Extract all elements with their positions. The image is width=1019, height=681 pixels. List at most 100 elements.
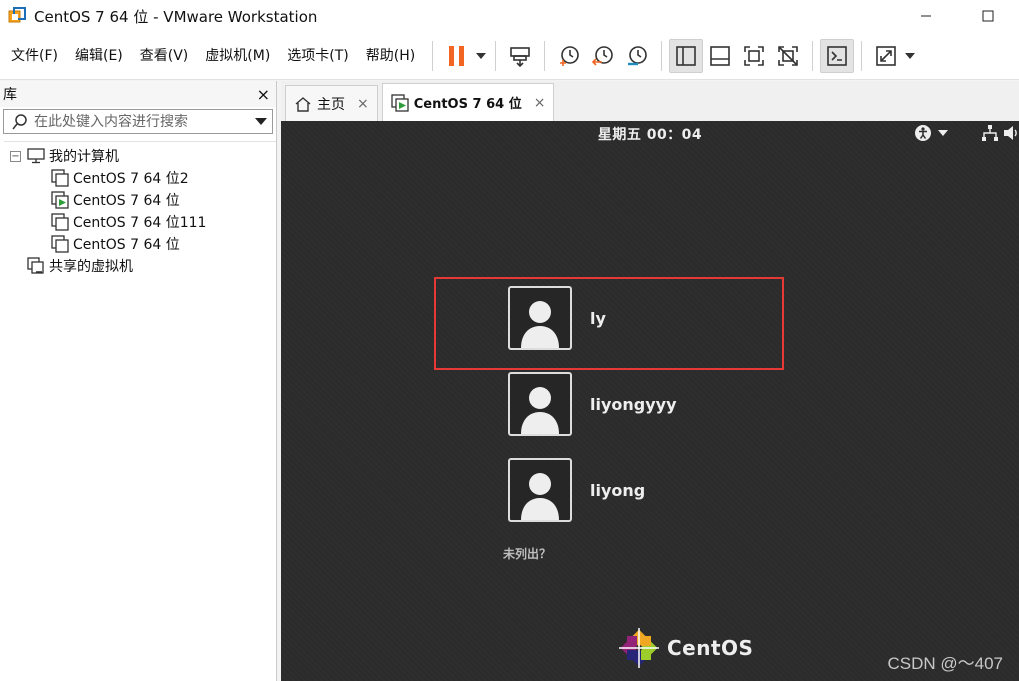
send-ctrl-alt-del-icon — [510, 46, 531, 67]
stretch-guest-icon — [876, 45, 897, 66]
chevron-down-icon — [938, 130, 948, 136]
tab-home[interactable]: 主页 × — [285, 85, 378, 121]
chevron-down-icon — [905, 52, 916, 59]
menu-bar: 文件(F) 编辑(E) 查看(V) 虚拟机(M) 选项卡(T) 帮助(H) — [0, 32, 1019, 80]
send-ctrl-alt-del-button[interactable] — [503, 39, 537, 73]
vmware-app-icon — [8, 7, 26, 23]
tab-centos-vm[interactable]: CentOS 7 64 位 × — [381, 83, 555, 121]
tree-item-vm[interactable]: CentOS 7 64 位111 — [4, 211, 276, 233]
guest-status-area — [914, 124, 1019, 142]
tree-item-vm[interactable]: CentOS 7 64 位 — [4, 233, 276, 255]
centos-brand-text: CentOS — [667, 636, 754, 660]
tree-item-vm-running[interactable]: CentOS 7 64 位 — [4, 189, 276, 211]
centos-logo: CentOS — [617, 626, 753, 670]
take-snapshot-button[interactable] — [552, 39, 586, 73]
tree-item-label: 我的计算机 — [49, 149, 119, 165]
menu-vm[interactable]: 虚拟机(M) — [199, 42, 276, 70]
full-screen-icon — [744, 45, 765, 66]
menu-help[interactable]: 帮助(H) — [360, 42, 421, 70]
csdn-watermark: CSDN @～407 — [887, 654, 1003, 673]
vm-console[interactable]: 星期五 00：04 ly liyongyyy liyong 未列出？ CentO… — [281, 121, 1019, 681]
title-bar: CentOS 7 64 位 - VMware Workstation — [0, 0, 1019, 32]
library-search — [3, 109, 273, 134]
tree-item-my-computer[interactable]: − 我的计算机 — [4, 145, 276, 167]
full-screen-button[interactable] — [737, 39, 771, 73]
power-dropdown-button[interactable] — [474, 39, 488, 73]
maximize-button[interactable] — [957, 0, 1019, 32]
library-close-button[interactable]: × — [257, 85, 270, 104]
accessibility-icon — [915, 125, 931, 141]
user-icon — [521, 387, 559, 434]
vm-running-icon — [51, 191, 69, 209]
toolbar-separator — [861, 40, 863, 71]
toolbar-separator — [544, 40, 546, 71]
not-listed-link[interactable]: 未列出？ — [503, 545, 551, 562]
guest-clock[interactable]: 星期五 00：04 — [281, 124, 1019, 144]
tab-label: 主页 — [317, 96, 345, 113]
tree-item-shared-vms[interactable]: 共享的虚拟机 — [4, 255, 276, 277]
snapshot-manager-button[interactable] — [620, 39, 654, 73]
user-avatar — [508, 458, 572, 522]
computer-icon — [27, 147, 45, 165]
toolbar-separator — [432, 40, 434, 71]
vm-icon — [51, 235, 69, 253]
toolbar-separator — [495, 40, 497, 71]
chevron-down-icon — [255, 118, 267, 125]
user-name: liyong — [590, 480, 646, 500]
user-list-item[interactable]: liyongyyy — [508, 372, 677, 436]
network-icon[interactable] — [981, 124, 999, 142]
user-icon — [521, 473, 559, 520]
menu-tabs[interactable]: 选项卡(T) — [281, 42, 354, 70]
snapshot-manager-icon — [628, 45, 648, 65]
library-header: 库 × — [0, 81, 276, 107]
thumbnail-bar-button[interactable] — [703, 39, 737, 73]
unity-icon — [778, 45, 799, 66]
revert-snapshot-button[interactable] — [586, 39, 620, 73]
user-list-item[interactable]: liyong — [508, 458, 645, 522]
vm-icon — [51, 169, 69, 187]
vm-running-icon — [391, 93, 409, 112]
menu-file[interactable]: 文件(F) — [5, 42, 64, 70]
show-library-button[interactable] — [669, 38, 704, 73]
user-name: liyongyyy — [590, 394, 677, 414]
volume-icon[interactable] — [1003, 124, 1019, 142]
window-title: CentOS 7 64 位 - VMware Workstation — [34, 7, 318, 26]
thumbnail-bar-icon — [710, 45, 731, 66]
library-search-input[interactable] — [34, 110, 250, 133]
library-tree: − 我的计算机 CentOS 7 64 位2 CentOS 7 64 位 Cen… — [4, 141, 276, 277]
centos-logo-icon — [619, 628, 659, 668]
tree-item-vm[interactable]: CentOS 7 64 位2 — [4, 167, 276, 189]
pause-button[interactable] — [440, 39, 474, 73]
library-panel: 库 × − 我的计算机 CentOS 7 64 位2 CentOS 7 6 — [0, 81, 277, 681]
minimize-button[interactable] — [895, 0, 957, 32]
menu-view[interactable]: 查看(V) — [134, 42, 195, 70]
tab-strip: 主页 × CentOS 7 64 位 × — [281, 81, 1019, 121]
toolbar-separator — [812, 40, 814, 71]
accessibility-menu-button[interactable] — [914, 124, 948, 142]
show-library-icon — [676, 45, 697, 66]
search-dropdown-button[interactable] — [250, 118, 272, 125]
collapse-toggle[interactable]: − — [10, 150, 21, 162]
chevron-down-icon — [476, 52, 487, 59]
home-icon — [295, 96, 311, 112]
tree-item-label: CentOS 7 64 位 — [73, 237, 180, 253]
console-view-icon — [827, 45, 848, 66]
unity-button[interactable] — [771, 39, 805, 73]
library-title: 库 — [3, 87, 17, 103]
menu-edit[interactable]: 编辑(E) — [69, 42, 129, 70]
tab-close-button[interactable]: × — [357, 96, 369, 112]
stretch-dropdown-button[interactable] — [903, 39, 917, 73]
tree-item-label: CentOS 7 64 位2 — [73, 171, 189, 187]
toolbar-separator — [661, 40, 663, 71]
revert-snapshot-icon — [592, 45, 614, 66]
snapshot-icon — [560, 45, 580, 66]
search-icon — [12, 113, 27, 129]
user-avatar — [508, 372, 572, 436]
tab-close-button[interactable]: × — [534, 95, 546, 111]
tree-item-label: 共享的虚拟机 — [49, 259, 133, 275]
pause-icon — [449, 45, 465, 66]
stretch-guest-button[interactable] — [869, 39, 903, 73]
tree-item-label: CentOS 7 64 位111 — [73, 215, 207, 231]
console-view-button[interactable] — [820, 38, 855, 73]
tree-item-label: CentOS 7 64 位 — [73, 193, 180, 209]
